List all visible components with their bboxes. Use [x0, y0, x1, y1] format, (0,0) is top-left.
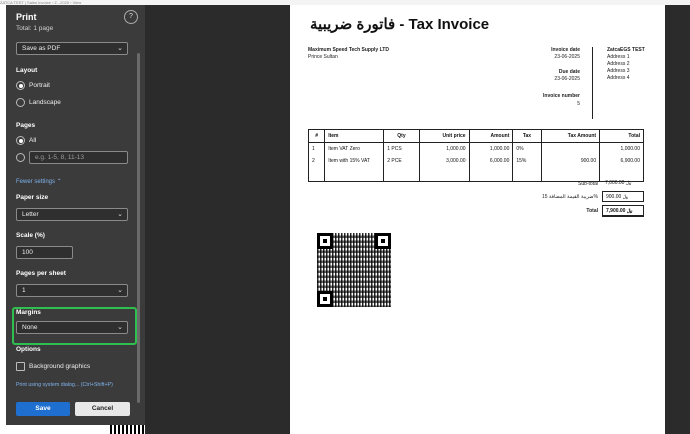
vat-value: 900.00 ﷼ [602, 191, 644, 202]
header-divider [592, 47, 593, 119]
paper-size-value: Letter [22, 211, 39, 218]
background-graphics-label[interactable]: Background graphics [29, 363, 90, 370]
col-unit-price: Unit price [418, 129, 470, 143]
print-settings-panel: Print Total: 1 page ? Save as PDF ⌄ Layo… [6, 5, 145, 425]
zatca-qr-code [317, 233, 391, 307]
col-item: Item [324, 129, 385, 143]
invoice-number-label: Invoice number [543, 93, 580, 99]
cell-total: 6,900.00 [599, 155, 644, 167]
qr-finder [375, 233, 391, 249]
scale-label: Scale (%) [16, 232, 45, 239]
page-count: Total: 1 page [16, 25, 54, 32]
pages-all-label[interactable]: All [29, 137, 36, 144]
table-row: 2 Item with 15% VAT 2 PCE 3,000.00 6,000… [307, 155, 644, 167]
buyer-address-1: Address 1 [607, 54, 630, 60]
portrait-radio[interactable] [16, 81, 25, 90]
pages-all-radio[interactable] [16, 136, 25, 145]
system-dialog-link[interactable]: Print using system dialog... (Ctrl+Shift… [16, 382, 113, 388]
col-number: # [307, 129, 326, 143]
table-row [307, 167, 644, 182]
cell-qty: 2 PCE [383, 155, 420, 167]
cell-qty: 1 PCS [383, 142, 420, 155]
paper-size-select[interactable]: Letter ⌄ [16, 208, 128, 221]
total-value: 7,900.00 ﷼ [602, 205, 644, 217]
invoice-page: فاتورة ضريبية - Tax Invoice Maximum Spee… [290, 5, 665, 434]
portrait-label[interactable]: Portrait [29, 82, 50, 89]
cell-amount: 6,000.00 [468, 155, 514, 167]
invoice-number: 5 [577, 101, 580, 107]
cell-tax-amount [540, 142, 601, 155]
invoice-items-table: # Item Qty Unit price Amount Tax Tax Amo… [307, 129, 644, 182]
due-date: 23-06-2025 [554, 76, 580, 82]
panel-scrollbar[interactable] [137, 53, 140, 403]
cell-unit-price: 3,000.00 [418, 155, 470, 167]
cell-item: Item VAT Zero [324, 142, 385, 155]
landscape-radio[interactable] [16, 98, 25, 107]
vat-label: ضريبة القيمة المضافة 15% [541, 194, 598, 200]
col-tax-amount: Tax Amount [540, 129, 601, 143]
scale-input[interactable]: 100 [16, 246, 73, 259]
fewer-settings-link[interactable]: Fewer settings ⌃ [16, 178, 62, 185]
cell-tax: 15% [512, 155, 542, 167]
col-qty: Qty [383, 129, 420, 143]
qr-finder [317, 233, 333, 249]
chevron-down-icon: ⌄ [117, 45, 123, 52]
seller-line: Prince Sultan [308, 54, 338, 60]
fewer-settings-label: Fewer settings [16, 179, 56, 185]
table-header-row: # Item Qty Unit price Amount Tax Tax Amo… [307, 129, 644, 143]
pages-label: Pages [16, 122, 36, 129]
col-tax: Tax [512, 129, 542, 143]
layout-label: Layout [16, 67, 38, 74]
destination-value: Save as PDF [22, 45, 61, 52]
cell-total: 1,000.00 [599, 142, 644, 155]
chevron-down-icon: ⌄ [117, 287, 123, 294]
pages-per-sheet-select[interactable]: 1 ⌄ [16, 284, 128, 297]
pages-per-sheet-value: 1 [22, 287, 26, 294]
background-graphics-checkbox[interactable] [16, 362, 25, 371]
invoice-date: 23-06-2025 [554, 54, 580, 60]
pages-custom-radio[interactable] [16, 153, 25, 162]
chevron-down-icon: ⌄ [117, 324, 123, 331]
pages-per-sheet-label: Pages per sheet [16, 270, 66, 277]
cell-amount: 1,000.00 [468, 142, 514, 155]
buyer-address-4: Address 4 [607, 75, 630, 81]
margins-value: None [22, 324, 38, 331]
cancel-button[interactable]: Cancel [75, 402, 130, 416]
invoice-date-label: Invoice date [551, 47, 580, 53]
qr-finder [317, 291, 333, 307]
seller-name: Maximum Speed Tech Supply LTD [308, 47, 389, 53]
destination-select[interactable]: Save as PDF ⌄ [16, 42, 128, 55]
cell-number: 1 [307, 142, 326, 155]
col-total: Total [599, 129, 644, 143]
total-label: Total [586, 208, 598, 214]
invoice-title: فاتورة ضريبية - Tax Invoice [310, 16, 490, 33]
margins-select[interactable]: None ⌄ [16, 321, 128, 334]
pages-range-input[interactable]: e.g. 1-5, 8, 11-13 [29, 151, 128, 164]
dialog-title: Print [16, 12, 37, 22]
due-date-label: Due date [558, 69, 580, 75]
buyer-name: ZatcaEGS TEST [607, 47, 645, 53]
save-button[interactable]: Save [16, 402, 70, 416]
cell-number: 2 [307, 155, 326, 167]
cell-tax-amount: 900.00 [540, 155, 601, 167]
chevron-up-icon: ⌃ [56, 179, 62, 185]
landscape-label[interactable]: Landscape [29, 99, 61, 106]
cell-tax: 0% [512, 142, 542, 155]
table-row: 1 Item VAT Zero 1 PCS 1,000.00 1,000.00 … [307, 142, 644, 155]
subtotal-label: Sub-total [577, 181, 598, 187]
col-amount: Amount [468, 129, 514, 143]
cell-item: Item with 15% VAT [324, 155, 385, 167]
margins-label: Margins [16, 309, 41, 316]
chevron-down-icon: ⌄ [117, 211, 123, 218]
subtotal-value: 7,000.00 ﷼ [605, 180, 632, 186]
help-icon[interactable]: ? [124, 10, 138, 24]
paper-size-label: Paper size [16, 194, 49, 201]
cell-unit-price: 1,000.00 [418, 142, 470, 155]
buyer-address-2: Address 2 [607, 61, 630, 67]
options-label: Options [16, 346, 41, 353]
buyer-address-3: Address 3 [607, 68, 630, 74]
